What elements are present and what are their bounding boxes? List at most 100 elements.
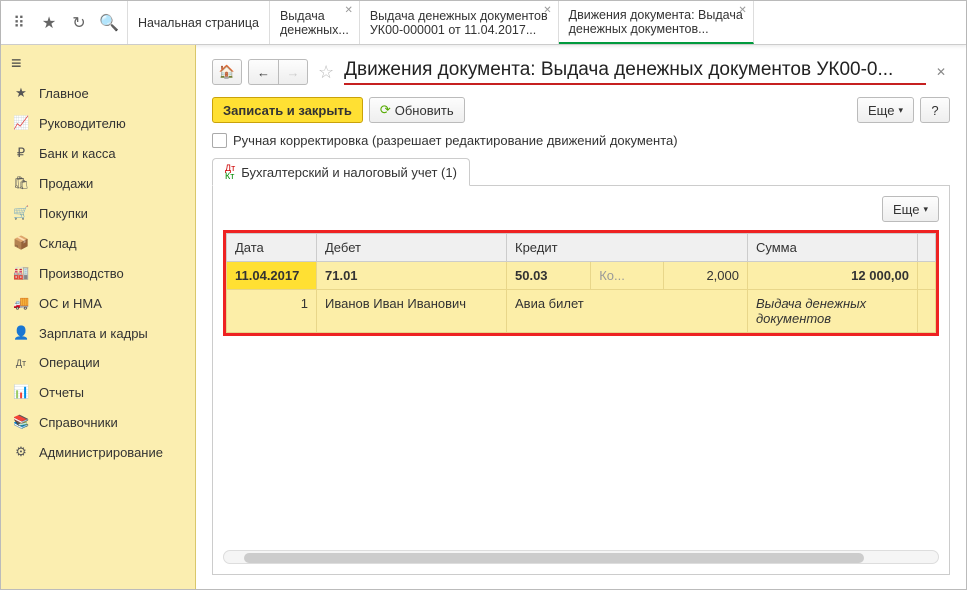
horizontal-scrollbar[interactable] [223,550,939,564]
history-icon[interactable]: ↻ [69,13,89,33]
forward-button[interactable]: → [278,59,308,85]
sidebar-item-label: ОС и НМА [39,296,102,311]
tab-start[interactable]: Начальная страница [128,1,270,44]
sidebar-item-purchases[interactable]: 🛒 Покупки [1,198,195,228]
refresh-label: Обновить [395,103,454,118]
factory-icon: 🏭 [13,265,29,281]
more-button-inner[interactable]: Еще▾ [882,196,939,222]
table-row[interactable]: 11.04.2017 71.01 50.03 Ко... 2,000 12 00… [227,262,936,290]
cell-debit: 71.01 [317,262,507,290]
topbar: ⠿ ★ ↻ 🔍 Начальная страница ✕ Выдача дене… [1,1,966,45]
refresh-button[interactable]: ⟳Обновить [369,97,465,123]
sidebar: ≡ ★ Главное 📈 Руководителю ₽ Банк и касса 🛍… [1,45,196,589]
manual-correction-checkbox[interactable] [212,133,227,148]
tab-label2: УК00-000001 от 11.04.2017... [370,23,548,37]
sidebar-item-label: Операции [39,355,100,370]
cart-icon: 🛒 [13,205,29,221]
cell-n: 1 [227,290,317,333]
person-icon: 👤 [13,325,29,341]
cell-sum2: Выдача денежных документов [748,290,918,333]
dtkt-icon: Дт [13,358,29,368]
sidebar-item-label: Зарплата и кадры [39,326,148,341]
books-icon: 📚 [13,414,29,430]
main: 🏠 ← → ☆ Движения документа: Выдача денеж… [196,45,966,589]
tab-accounting[interactable]: ДтКт Бухгалтерский и налоговый учет (1) [212,158,470,186]
tab-label: Выдача [280,9,349,23]
box-icon: 📦 [13,235,29,251]
more-label: Еще [868,103,894,118]
sidebar-item-hr[interactable]: 👤 Зарплата и кадры [1,318,195,348]
tab-strip: Начальная страница ✕ Выдача денежных... … [128,1,966,44]
cell-sum: 12 000,00 [748,262,918,290]
barchart-icon: 📊 [13,384,29,400]
manual-correction-label: Ручная корректировка (разрешает редактир… [233,133,678,148]
tab-label2: денежных документов... [569,22,743,36]
help-button[interactable]: ? [920,97,950,123]
sidebar-item-operations[interactable]: Дт Операции [1,348,195,377]
menu-icon[interactable]: ≡ [11,53,22,74]
favorite-icon[interactable]: ☆ [314,62,338,83]
close-icon[interactable]: ✕ [543,5,551,16]
sidebar-item-label: Справочники [39,415,118,430]
sidebar-item-main[interactable]: ★ Главное [1,78,195,108]
cell-credit: 50.03 [507,262,591,290]
col-debit[interactable]: Дебет [317,234,507,262]
back-button[interactable]: ← [248,59,278,85]
tab-issue[interactable]: ✕ Выдача денежных... [270,1,360,44]
dtkt-icon: ДтКт [225,164,235,180]
page-title: Движения документа: Выдача денежных доку… [344,59,926,85]
star-icon[interactable]: ★ [39,13,59,33]
col-date[interactable]: Дата [227,234,317,262]
ruble-icon: ₽ [13,145,29,161]
gear-icon: ⚙ [13,444,29,460]
sidebar-item-label: Покупки [39,206,88,221]
sidebar-item-production[interactable]: 🏭 Производство [1,258,195,288]
sidebar-item-label: Руководителю [39,116,126,131]
table-row[interactable]: 1 Иванов Иван Иванович Авиа билет Выдача… [227,290,936,333]
tab-label2: денежных... [280,23,349,37]
sidebar-item-sales[interactable]: 🛍 Продажи [1,168,195,198]
col-credit[interactable]: Кредит [507,234,748,262]
tab-movements[interactable]: ✕ Движения документа: Выдача денежных до… [559,1,754,44]
tab-label: Движения документа: Выдача [569,8,743,22]
close-icon[interactable]: ✕ [932,65,950,79]
sidebar-item-label: Отчеты [39,385,84,400]
sidebar-item-bank[interactable]: ₽ Банк и касса [1,138,195,168]
cell-credit2: Авиа билет [507,290,748,333]
sidebar-item-label: Продажи [39,176,93,191]
doc-tab-label: Бухгалтерский и налоговый учет (1) [241,165,457,180]
chart-icon: 📈 [13,115,29,131]
sidebar-item-label: Склад [39,236,77,251]
home-button[interactable]: 🏠 [212,59,242,85]
close-icon[interactable]: ✕ [738,5,746,16]
apps-icon[interactable]: ⠿ [9,13,29,33]
tab-label: Начальная страница [138,16,259,30]
more-button[interactable]: Еще▾ [857,97,914,123]
col-sum[interactable]: Сумма [748,234,918,262]
cell-debit2: Иванов Иван Иванович [317,290,507,333]
tab-label: Выдача денежных документов [370,9,548,23]
search-icon[interactable]: 🔍 [99,13,119,33]
sidebar-item-manager[interactable]: 📈 Руководителю [1,108,195,138]
cell-date: 11.04.2017 [227,262,317,290]
sidebar-item-label: Главное [39,86,89,101]
save-close-button[interactable]: Записать и закрыть [212,97,363,123]
sidebar-item-warehouse[interactable]: 📦 Склад [1,228,195,258]
sidebar-item-label: Производство [39,266,124,281]
tab-doc[interactable]: ✕ Выдача денежных документов УК00-000001… [360,1,559,44]
close-icon[interactable]: ✕ [344,5,352,16]
sidebar-item-admin[interactable]: ⚙ Администрирование [1,437,195,467]
more-label: Еще [893,202,919,217]
bag-icon: 🛍 [13,175,29,191]
col-end [918,234,936,262]
sidebar-item-label: Администрирование [39,445,163,460]
cell-credit-k: Ко... [591,262,663,290]
sidebar-item-reports[interactable]: 📊 Отчеты [1,377,195,407]
sidebar-item-catalogs[interactable]: 📚 Справочники [1,407,195,437]
sidebar-item-assets[interactable]: 🚚 ОС и НМА [1,288,195,318]
cell-credit-q: 2,000 [663,262,747,290]
star-icon: ★ [13,85,29,101]
postings-grid: Дата Дебет Кредит Сумма 11.04.2017 71.01… [223,230,939,336]
truck-icon: 🚚 [13,295,29,311]
sidebar-item-label: Банк и касса [39,146,116,161]
